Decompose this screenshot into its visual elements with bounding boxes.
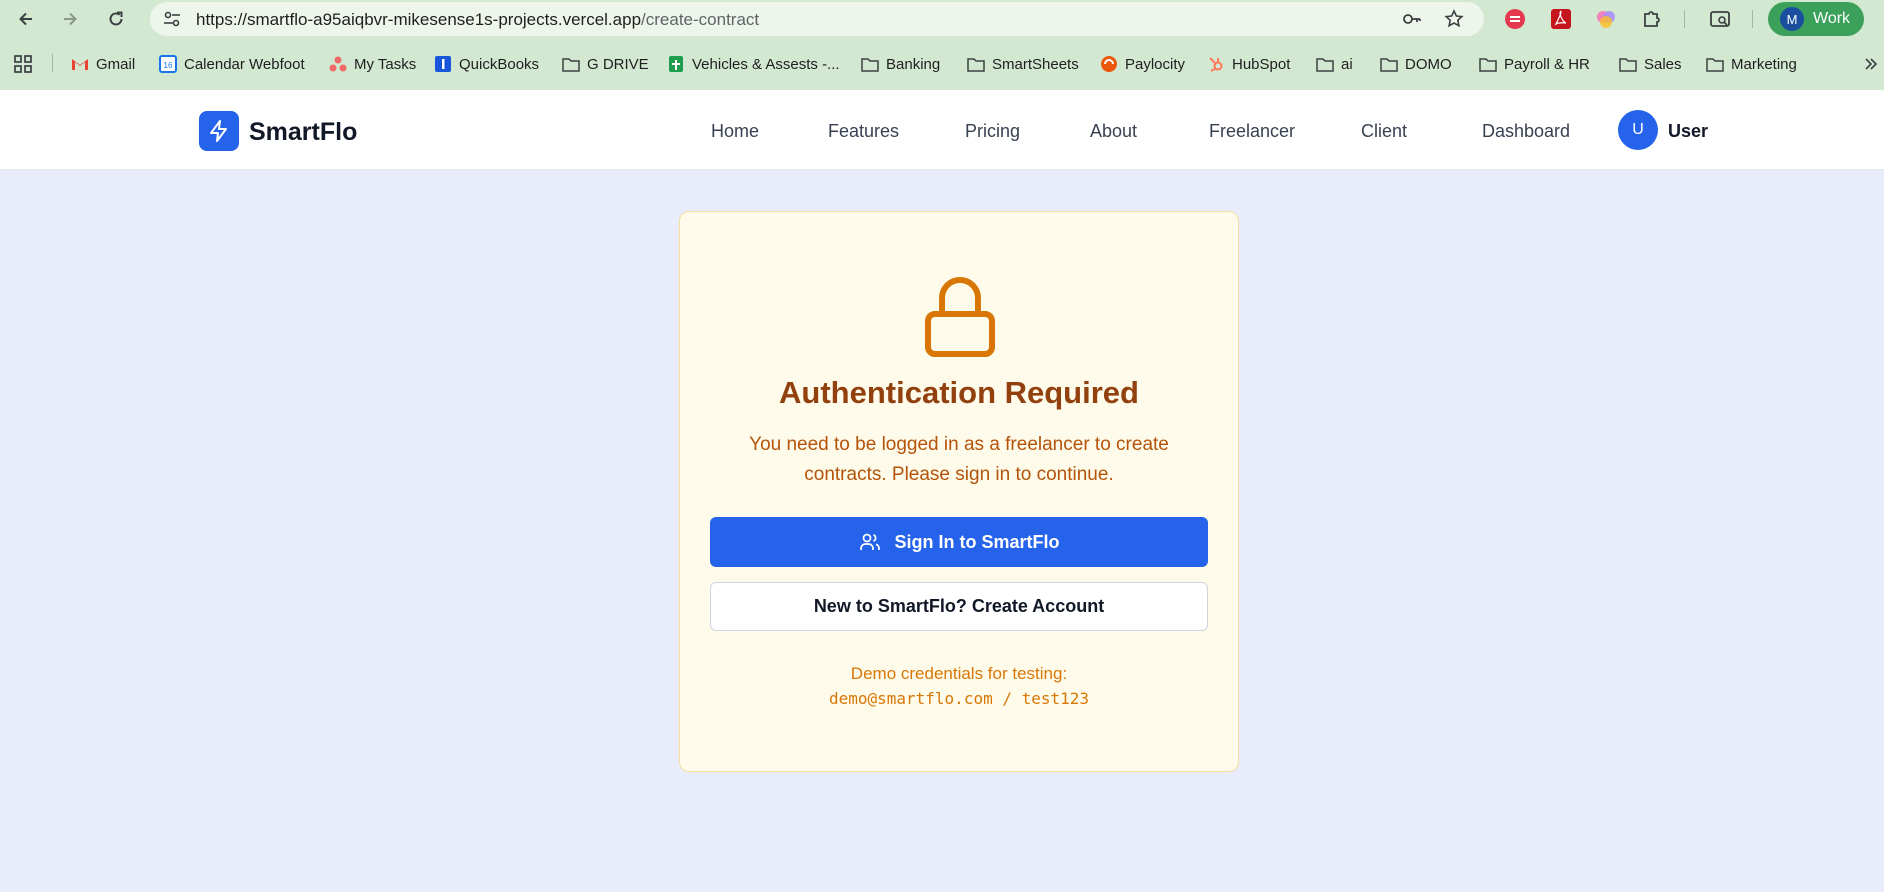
nav-about[interactable]: About	[1090, 121, 1137, 142]
folder-icon	[1380, 55, 1398, 73]
bookmark-star-icon[interactable]	[1444, 9, 1464, 29]
folder-icon	[1706, 55, 1724, 73]
url-path: /create-contract	[641, 10, 760, 29]
forward-icon[interactable]	[55, 4, 85, 34]
colorful-extension-icon[interactable]	[1594, 7, 1618, 31]
extension-red-icon[interactable]	[1503, 7, 1527, 31]
user-avatar[interactable]: U	[1618, 110, 1658, 150]
bookmark-quickbooks[interactable]: QuickBooks	[434, 52, 539, 76]
demo-credentials-label: Demo credentials for testing:	[850, 664, 1068, 683]
bookmark-label: G DRIVE	[587, 55, 649, 73]
adobe-acrobat-icon[interactable]	[1549, 7, 1573, 31]
sign-in-label: Sign In to SmartFlo	[894, 531, 1060, 552]
bookmark-label: Vehicles & Assests -...	[692, 55, 840, 73]
bookmark-label: DOMO	[1405, 55, 1452, 73]
bookmark-ai[interactable]: ai	[1316, 52, 1353, 76]
bookmark-label: Sales	[1644, 55, 1682, 73]
create-account-label: New to SmartFlo? Create Account	[813, 596, 1105, 616]
auth-message: You need to be logged in as a freelancer…	[749, 434, 1169, 485]
bookmark-label: HubSpot	[1232, 55, 1291, 73]
sign-in-button[interactable]: Sign In to SmartFlo	[710, 517, 1208, 567]
bookmark-label: QuickBooks	[459, 55, 540, 73]
app-header: SmartFlo Home Features Pricing About Fre…	[0, 90, 1884, 170]
bookmark-paylocity[interactable]: Paylocity	[1100, 52, 1185, 76]
auth-required-card: Authentication Required You need to be l…	[679, 211, 1239, 772]
bookmark-my-tasks[interactable]: My Tasks	[329, 52, 416, 76]
hubspot-icon	[1207, 55, 1225, 73]
password-key-icon[interactable]	[1402, 9, 1422, 29]
nav-client[interactable]: Client	[1361, 121, 1407, 142]
toolbar-divider	[1752, 10, 1753, 28]
back-icon[interactable]	[11, 4, 41, 34]
bookmark-vehicles[interactable]: Vehicles & Assests -...	[667, 52, 840, 76]
bookmarks-divider	[52, 54, 53, 72]
folder-icon	[562, 55, 580, 73]
tab-search-icon[interactable]	[1708, 7, 1732, 31]
users-icon	[859, 533, 880, 550]
bookmark-label: Paylocity	[1125, 55, 1186, 73]
profile-name: Work	[1813, 10, 1851, 27]
site-settings-icon[interactable]	[162, 9, 182, 29]
demo-credentials: demo@smartflo.com / test123	[828, 689, 1090, 708]
calendar-icon: 16	[159, 55, 177, 73]
bookmark-sales[interactable]: Sales	[1619, 52, 1682, 76]
extensions-puzzle-icon[interactable]	[1640, 7, 1664, 31]
bookmark-label: My Tasks	[354, 55, 417, 73]
paylocity-icon	[1100, 55, 1118, 73]
quickbooks-icon	[434, 55, 452, 73]
bookmark-label: Payroll & HR	[1504, 55, 1590, 73]
bookmark-calendar[interactable]: 16 Calendar Webfoot	[159, 52, 305, 76]
bookmark-gmail[interactable]: Gmail	[71, 52, 135, 76]
apps-grid-icon[interactable]	[13, 52, 33, 76]
sheets-icon	[667, 55, 685, 73]
url-text: https://smartflo-a95aiqbvr-mikesense1s-p…	[196, 10, 759, 30]
nav-dashboard[interactable]: Dashboard	[1482, 121, 1570, 142]
bookmark-domo[interactable]: DOMO	[1380, 52, 1452, 76]
bookmarks-bar: Gmail 16 Calendar Webfoot My Tasks QuickB…	[0, 38, 1884, 90]
url-host: https://smartflo-a95aiqbvr-mikesense1s-p…	[196, 10, 642, 29]
nav-pricing[interactable]: Pricing	[965, 121, 1020, 142]
folder-icon	[1619, 55, 1637, 73]
bookmark-label: Banking	[886, 55, 941, 73]
profile-avatar: M	[1780, 7, 1804, 31]
bookmark-label: Gmail	[96, 55, 136, 73]
smartflo-logo-icon[interactable]	[199, 111, 239, 151]
asana-icon	[329, 55, 347, 73]
more-bookmarks-icon[interactable]	[1864, 52, 1878, 76]
user-name[interactable]: User	[1668, 121, 1708, 142]
nav-home[interactable]: Home	[711, 121, 759, 142]
bookmark-hubspot[interactable]: HubSpot	[1207, 52, 1290, 76]
profile-button[interactable]: M Work	[1768, 2, 1864, 36]
brand-name[interactable]: SmartFlo	[249, 118, 357, 147]
folder-icon	[967, 55, 985, 73]
bookmark-label: ai	[1341, 55, 1353, 73]
bookmark-label: Calendar Webfoot	[184, 55, 305, 73]
lock-icon	[925, 277, 995, 357]
bookmark-g-drive[interactable]: G DRIVE	[562, 52, 649, 76]
toolbar-divider	[1684, 10, 1685, 28]
svg-text:16: 16	[164, 61, 173, 70]
nav-features[interactable]: Features	[828, 121, 899, 142]
bookmark-label: SmartSheets	[992, 55, 1079, 73]
nav-freelancer[interactable]: Freelancer	[1209, 121, 1295, 142]
folder-icon	[1479, 55, 1497, 73]
bookmark-banking[interactable]: Banking	[861, 52, 940, 76]
create-account-button[interactable]: New to SmartFlo? Create Account	[710, 582, 1208, 631]
bookmark-smartsheets[interactable]: SmartSheets	[967, 52, 1079, 76]
folder-icon	[861, 55, 879, 73]
bookmark-label: Marketing	[1731, 55, 1797, 73]
reload-icon[interactable]	[101, 4, 131, 34]
address-bar[interactable]: https://smartflo-a95aiqbvr-mikesense1s-p…	[150, 2, 1484, 36]
folder-icon	[1316, 55, 1334, 73]
auth-title: Authentication Required	[779, 375, 1139, 410]
browser-toolbar: https://smartflo-a95aiqbvr-mikesense1s-p…	[0, 0, 1884, 38]
bookmark-marketing[interactable]: Marketing	[1706, 52, 1797, 76]
bookmark-payroll-hr[interactable]: Payroll & HR	[1479, 52, 1590, 76]
gmail-icon	[71, 55, 89, 73]
